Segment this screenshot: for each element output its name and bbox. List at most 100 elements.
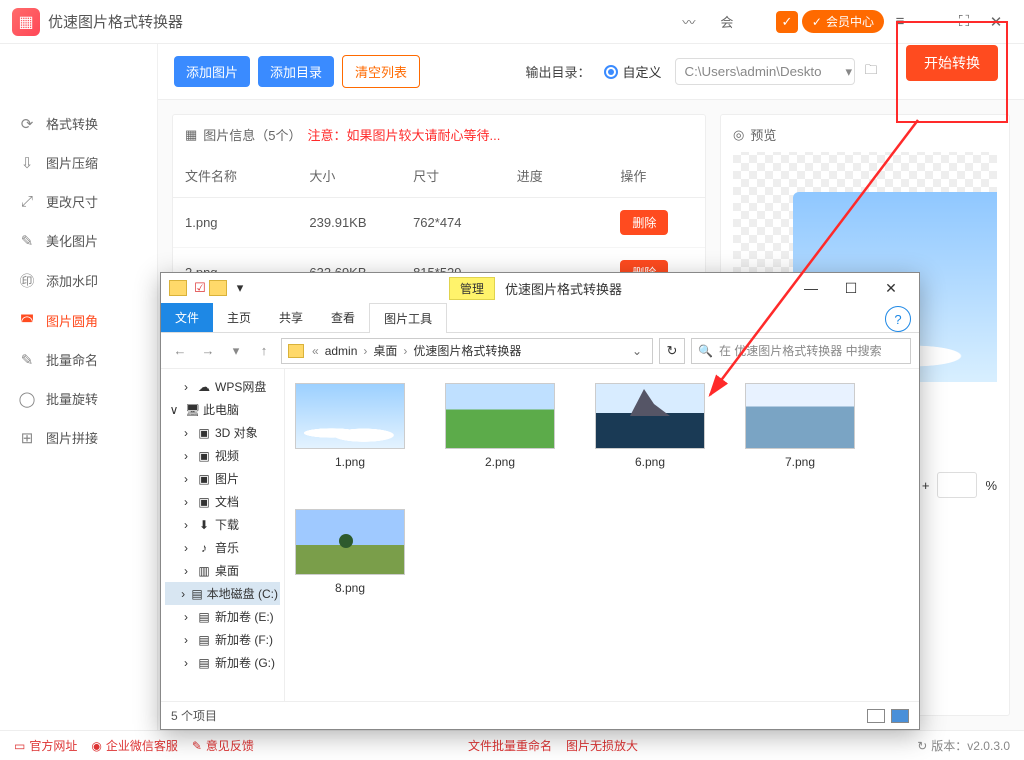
tree-node[interactable]: ›▤新加卷 (G:) bbox=[165, 651, 280, 674]
app-logo-icon: ▦ bbox=[12, 8, 40, 36]
ribbon-share[interactable]: 共享 bbox=[265, 303, 317, 332]
explorer-maximize[interactable]: ☐ bbox=[831, 274, 871, 302]
tree-expander-icon[interactable]: › bbox=[179, 472, 193, 486]
file-name: 6.png bbox=[635, 455, 665, 469]
tree-node[interactable]: ›♪音乐 bbox=[165, 536, 280, 559]
ribbon-view[interactable]: 查看 bbox=[317, 303, 369, 332]
sidebar-item-3[interactable]: ✎美化图片 bbox=[0, 221, 157, 260]
zoom-value-input[interactable] bbox=[937, 472, 977, 498]
site-icon: ▭ bbox=[14, 739, 25, 753]
nav-refresh[interactable]: ↻ bbox=[659, 338, 685, 364]
sidebar-item-5[interactable]: ◚图片圆角 bbox=[0, 301, 157, 340]
tree-label: 音乐 bbox=[215, 539, 239, 556]
view-details-icon[interactable] bbox=[867, 709, 885, 723]
add-dir-button[interactable]: 添加目录 bbox=[258, 56, 334, 87]
sidebar-item-2[interactable]: ⤢更改尺寸 bbox=[0, 182, 157, 221]
ribbon-file[interactable]: 文件 bbox=[161, 303, 213, 332]
tree-expander-icon[interactable]: › bbox=[179, 380, 193, 394]
ribbon-image-tools[interactable]: 图片工具 bbox=[369, 303, 447, 333]
col-op: 操作 bbox=[620, 166, 693, 185]
sidebar-item-8[interactable]: ⊞图片拼接 bbox=[0, 418, 157, 457]
path-dropdown-icon[interactable]: ▾ bbox=[845, 64, 852, 80]
tree-expander-icon[interactable]: › bbox=[179, 656, 193, 670]
hui-icon[interactable]: 会 bbox=[714, 9, 740, 35]
footer-feedback[interactable]: ✎意见反馈 bbox=[192, 737, 254, 754]
tree-expander-icon[interactable]: › bbox=[179, 518, 193, 532]
file-item[interactable]: 7.png bbox=[745, 383, 855, 469]
tree-expander-icon[interactable]: › bbox=[179, 426, 193, 440]
file-thumbnail bbox=[295, 383, 405, 449]
file-grid[interactable]: 1.png 2.png 6.png 7.png 8.png bbox=[285, 369, 919, 701]
file-item[interactable]: 2.png bbox=[445, 383, 555, 469]
vip-icon[interactable]: ✓ bbox=[776, 11, 798, 33]
explorer-minimize[interactable]: — bbox=[791, 274, 831, 302]
nav-forward[interactable]: → bbox=[197, 340, 219, 362]
file-name: 1.png bbox=[335, 455, 365, 469]
nav-up[interactable]: ↑ bbox=[253, 340, 275, 362]
output-custom-radio[interactable]: 自定义 bbox=[604, 62, 661, 81]
sidebar-item-0[interactable]: ⟳格式转换 bbox=[0, 104, 157, 143]
output-path-input[interactable] bbox=[675, 58, 855, 85]
view-thumbs-icon[interactable] bbox=[891, 709, 909, 723]
explorer-close[interactable]: ✕ bbox=[871, 274, 911, 302]
tree-node[interactable]: ›▣文档 bbox=[165, 490, 280, 513]
tree-node[interactable]: ›▤本地磁盘 (C:) bbox=[165, 582, 280, 605]
tree-node[interactable]: ›▤新加卷 (E:) bbox=[165, 605, 280, 628]
ribbon-home[interactable]: 主页 bbox=[213, 303, 265, 332]
nav-history-dropdown[interactable]: ▾ bbox=[225, 340, 247, 362]
tree-expander-icon[interactable]: › bbox=[179, 495, 193, 509]
sidebar-icon: ✎ bbox=[18, 351, 36, 369]
explorer-window-title: 优速图片格式转换器 bbox=[505, 279, 622, 298]
vip-center-button[interactable]: ✓会员中心 bbox=[802, 10, 884, 33]
tree-expander-icon[interactable]: › bbox=[179, 610, 193, 624]
tree-expander-icon[interactable]: › bbox=[179, 587, 187, 601]
browse-folder-icon[interactable]: 🗀 bbox=[860, 61, 882, 83]
add-image-button[interactable]: 添加图片 bbox=[174, 56, 250, 87]
tree-label: 桌面 bbox=[215, 562, 239, 579]
tree-icon: ▥ bbox=[197, 564, 211, 578]
file-item[interactable]: 8.png bbox=[295, 509, 405, 595]
tree-node[interactable]: ›⬇下载 bbox=[165, 513, 280, 536]
tree-expander-icon[interactable]: ∨ bbox=[167, 403, 181, 417]
clear-list-button[interactable]: 清空列表 bbox=[342, 55, 420, 88]
sidebar-item-label: 添加水印 bbox=[46, 271, 98, 290]
explorer-search-input[interactable]: 🔍在 优速图片格式转换器 中搜索 bbox=[691, 338, 911, 364]
tree-expander-icon[interactable]: › bbox=[179, 633, 193, 647]
cell-name: 1.png bbox=[185, 215, 309, 230]
tree-node[interactable]: ∨🖥此电脑 bbox=[165, 398, 280, 421]
explorer-check-icon[interactable]: ☑ bbox=[191, 279, 209, 297]
search-icon: 🔍 bbox=[698, 344, 713, 358]
tree-expander-icon[interactable]: › bbox=[179, 449, 193, 463]
file-item[interactable]: 6.png bbox=[595, 383, 705, 469]
tree-node[interactable]: ›▣图片 bbox=[165, 467, 280, 490]
crumb-dropdown-icon[interactable]: ⌄ bbox=[626, 344, 648, 358]
sidebar-item-label: 美化图片 bbox=[46, 231, 98, 250]
tree-expander-icon[interactable]: › bbox=[179, 541, 193, 555]
sidebar-item-1[interactable]: ⇩图片压缩 bbox=[0, 143, 157, 182]
tree-node[interactable]: › ▥ 桌面 bbox=[165, 559, 280, 582]
tree-node[interactable]: ›☁WPS网盘 bbox=[165, 375, 280, 398]
explorer-title-dropdown[interactable]: ▾ bbox=[231, 279, 249, 297]
footer-site[interactable]: ▭官方网址 bbox=[14, 737, 77, 754]
tree-expander-icon[interactable]: › bbox=[179, 564, 193, 578]
tree-node[interactable]: ›▣视频 bbox=[165, 444, 280, 467]
sidebar-item-4[interactable]: ㊞添加水印 bbox=[0, 260, 157, 301]
footer-rename[interactable]: 文件批量重命名 bbox=[468, 737, 552, 754]
zoom-plus-button[interactable]: + bbox=[922, 478, 930, 493]
sidebar-item-label: 图片压缩 bbox=[46, 153, 98, 172]
tree-node[interactable]: ›▤新加卷 (F:) bbox=[165, 628, 280, 651]
file-thumbnail bbox=[445, 383, 555, 449]
footer-zoom[interactable]: 图片无损放大 bbox=[566, 737, 638, 754]
tree-node[interactable]: ›▣3D 对象 bbox=[165, 421, 280, 444]
delete-button[interactable]: 删除 bbox=[620, 210, 668, 235]
sidebar-item-7[interactable]: ◯批量旋转 bbox=[0, 379, 157, 418]
sidebar-item-6[interactable]: ✎批量命名 bbox=[0, 340, 157, 379]
explorer-manage-tab[interactable]: 管理 bbox=[449, 277, 495, 300]
file-item[interactable]: 1.png bbox=[295, 383, 405, 469]
ribbon-help-icon[interactable]: ? bbox=[885, 306, 911, 332]
nav-back[interactable]: ← bbox=[169, 340, 191, 362]
folder-tree[interactable]: ›☁WPS网盘∨🖥此电脑›▣3D 对象›▣视频›▣图片›▣文档›⬇下载›♪音乐›… bbox=[161, 369, 285, 701]
breadcrumb[interactable]: « admin› 桌面› 优速图片格式转换器 ⌄ bbox=[281, 338, 653, 364]
footer-wechat[interactable]: ◉企业微信客服 bbox=[91, 737, 178, 754]
start-convert-button[interactable]: 开始转换 bbox=[906, 45, 998, 81]
